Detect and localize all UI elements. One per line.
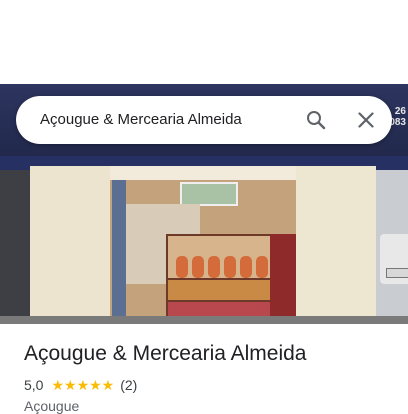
left-wall <box>0 170 30 324</box>
shop-window <box>180 182 238 206</box>
hanging-meat <box>192 256 204 278</box>
left-pillar <box>30 166 110 324</box>
close-icon[interactable] <box>354 108 378 132</box>
shop-ceiling <box>108 166 296 180</box>
license-plate <box>386 268 408 278</box>
hanging-meat <box>224 256 236 278</box>
hanging-meat <box>256 256 268 278</box>
place-category: Açougue <box>24 398 80 414</box>
sidewalk <box>0 316 408 324</box>
right-pillar <box>296 166 376 324</box>
review-count[interactable]: (2) <box>120 377 137 393</box>
hanging-meat <box>240 256 252 278</box>
rating-value: 5,0 <box>24 377 44 393</box>
star-rating-icon: ★★★★★ <box>51 376 115 393</box>
search-icon[interactable] <box>304 108 328 132</box>
rating-row[interactable]: 5,0 ★★★★★ (2) <box>24 376 137 394</box>
hanging-meat <box>176 256 188 278</box>
search-bar[interactable]: Açougue & Mercearia Almeida <box>16 96 392 144</box>
place-title: Açougue & Mercearia Almeida <box>24 342 307 365</box>
top-blank-area <box>0 0 408 84</box>
hanging-meat <box>208 256 220 278</box>
search-input[interactable]: Açougue & Mercearia Almeida <box>40 96 242 144</box>
counter-shelf <box>168 280 276 300</box>
shop-fridge <box>112 180 126 324</box>
